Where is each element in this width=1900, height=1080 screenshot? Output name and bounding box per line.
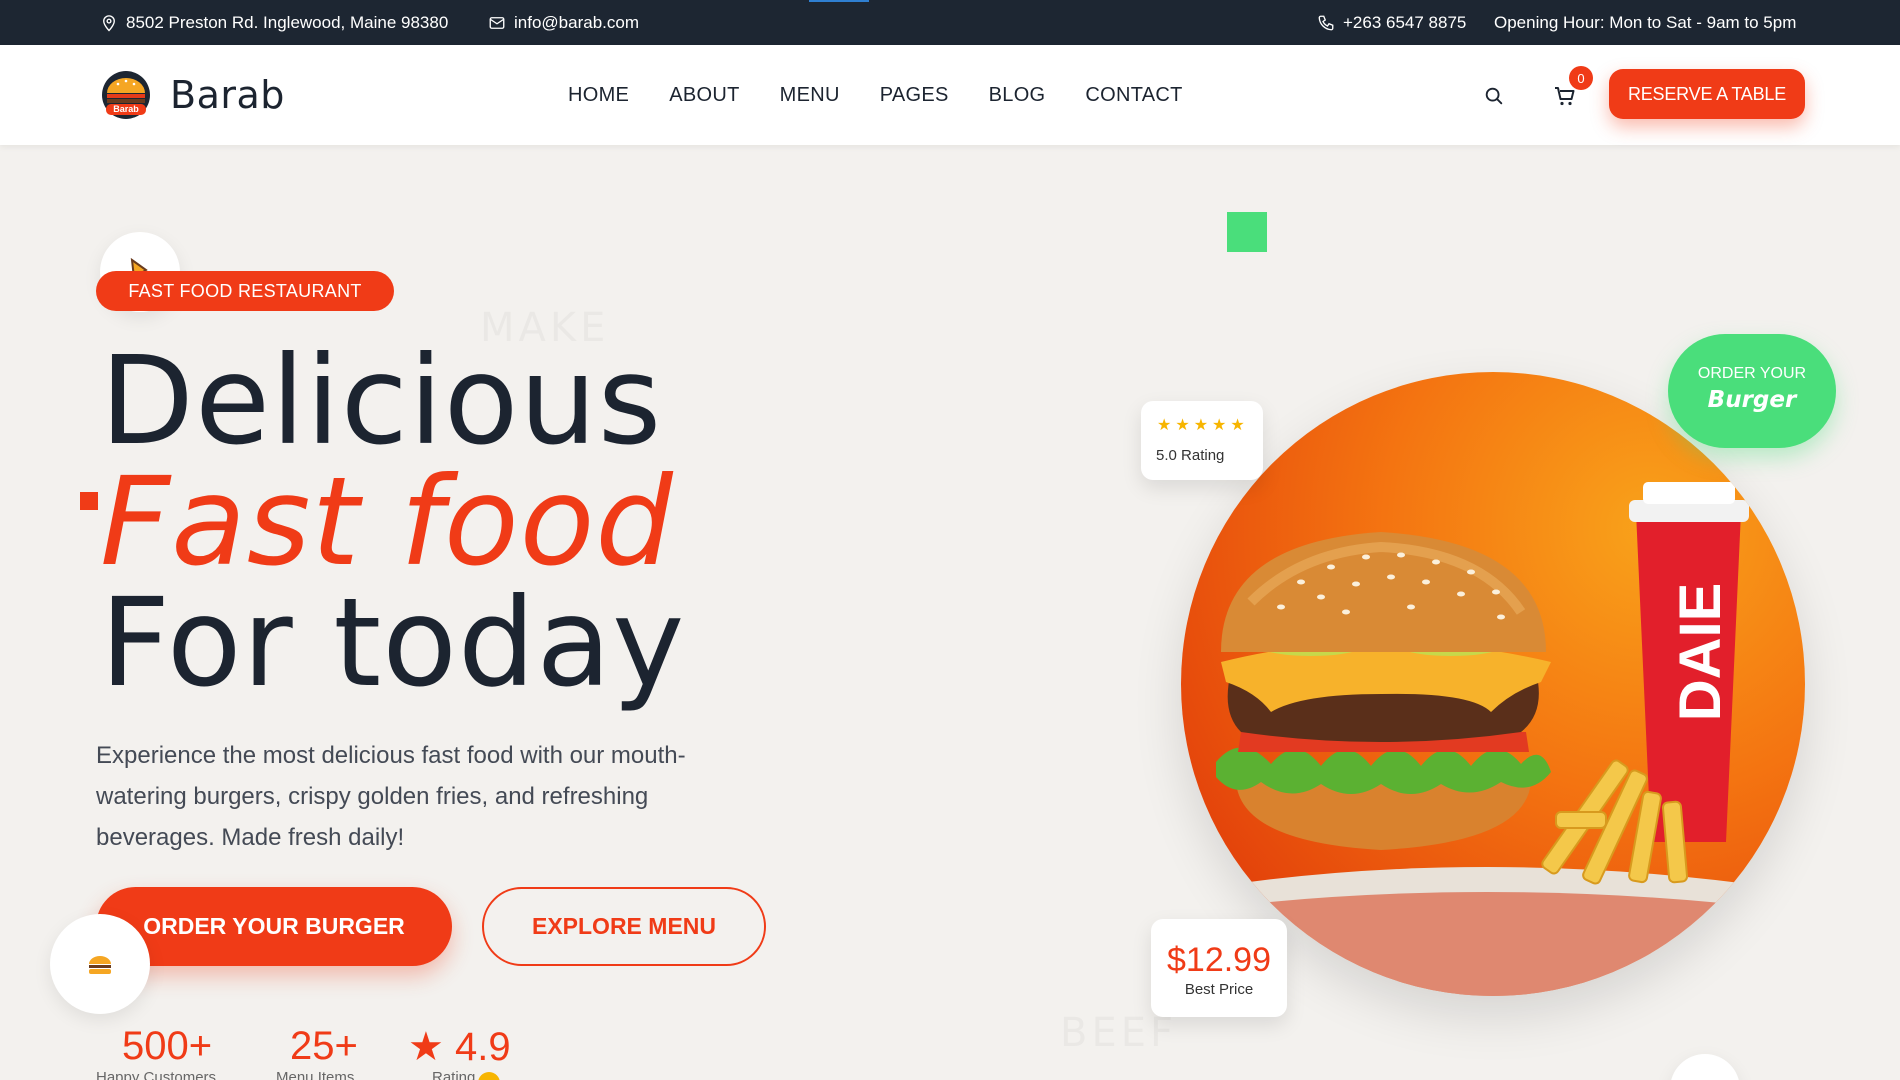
hero-title-line2: Fast food <box>100 451 674 593</box>
stat-rating-label: Rating <box>432 1069 476 1080</box>
rating-stars: ★★★★★ <box>1157 417 1249 434</box>
order-burger-bubble[interactable]: ORDER YOUR Burger <box>1668 334 1836 448</box>
email-text[interactable]: info@barab.com <box>514 13 639 33</box>
phone-text[interactable]: +263 6547 8875 <box>1343 13 1466 33</box>
price-label: Best Price <box>1184 981 1254 998</box>
decorative-green-square <box>1227 212 1267 252</box>
nav-menu[interactable]: MENU <box>780 84 840 107</box>
explore-menu-button[interactable]: EXPLORE MENU <box>482 887 766 966</box>
stat-customers-value: 500+ <box>122 1024 213 1068</box>
mail-icon <box>489 16 505 29</box>
hero-description: Experience the most delicious fast food … <box>96 742 686 851</box>
logo-text: Barab <box>170 73 285 117</box>
cup-label: DAIE <box>1668 582 1733 722</box>
floating-circle-bottom-right <box>1670 1054 1740 1080</box>
burger-icon <box>89 956 111 974</box>
reserve-table-button[interactable]: RESERVE A TABLE <box>1609 69 1805 119</box>
stat-menu-label: Menu Items <box>276 1069 355 1080</box>
main-nav: HOME ABOUT MENU PAGES BLOG CONTACT <box>568 45 1223 145</box>
cart-icon[interactable] <box>1553 85 1577 107</box>
order-bubble-small-text: ORDER YOUR <box>1697 365 1807 382</box>
cart-count-badge: 0 <box>1569 66 1593 90</box>
hours-item: Opening Hour: Mon to Sat - 9am to 5pm <box>1494 0 1796 45</box>
rating-card: ★★★★★ 5.0 Rating <box>1141 401 1263 480</box>
logo-mark-text: Barab <box>113 104 139 114</box>
rating-text: 5.0 Rating <box>1156 447 1225 464</box>
nav-about[interactable]: ABOUT <box>669 84 739 107</box>
decorative-red-square <box>80 492 98 510</box>
stat-rating-value: ★ 4.9 <box>408 1025 511 1069</box>
rating-coin-decoration <box>478 1072 500 1080</box>
nav-contact[interactable]: CONTACT <box>1085 84 1182 107</box>
search-icon[interactable] <box>1483 85 1505 107</box>
main-header: Barab Barab HOME ABOUT MENU PAGES BLOG C… <box>0 45 1900 145</box>
logo[interactable]: Barab Barab <box>100 69 285 121</box>
address-text: 8502 Preston Rd. Inglewood, Maine 98380 <box>126 12 449 32</box>
nav-pages[interactable]: PAGES <box>880 84 949 107</box>
hero-title-line3: For today <box>100 572 686 714</box>
price-card: $12.99 Best Price <box>1151 919 1287 1017</box>
nav-home[interactable]: HOME <box>568 84 629 107</box>
hero-title-line1: Delicious <box>100 330 663 472</box>
stat-menu-value: 25+ <box>290 1024 358 1068</box>
location-pin-icon <box>103 14 115 31</box>
hours-text: Opening Hour: Mon to Sat - 9am to 5pm <box>1494 12 1797 32</box>
faint-decorative-word-2: BEEF <box>1060 1010 1177 1056</box>
category-badge: FAST FOOD RESTAURANT <box>96 271 394 311</box>
stat-customers-label: Happy Customers <box>96 1069 217 1080</box>
price-value: $12.99 <box>1167 941 1271 979</box>
order-bubble-big-text: Burger <box>1707 387 1797 413</box>
burger-hero-image: DAIE <box>1181 372 1805 996</box>
address-item: 8502 Preston Rd. Inglewood, Maine 98380 <box>100 0 448 45</box>
floating-burger-circle <box>50 914 150 1014</box>
top-accent-line <box>809 0 869 2</box>
email-item[interactable]: info@barab.com <box>488 0 639 45</box>
top-info-bar: 8502 Preston Rd. Inglewood, Maine 98380 … <box>0 0 1900 45</box>
phone-icon <box>1318 15 1334 30</box>
nav-blog[interactable]: BLOG <box>989 84 1046 107</box>
phone-item[interactable]: +263 6547 8875 <box>1317 0 1466 45</box>
burger-logo-icon: Barab <box>100 69 152 121</box>
